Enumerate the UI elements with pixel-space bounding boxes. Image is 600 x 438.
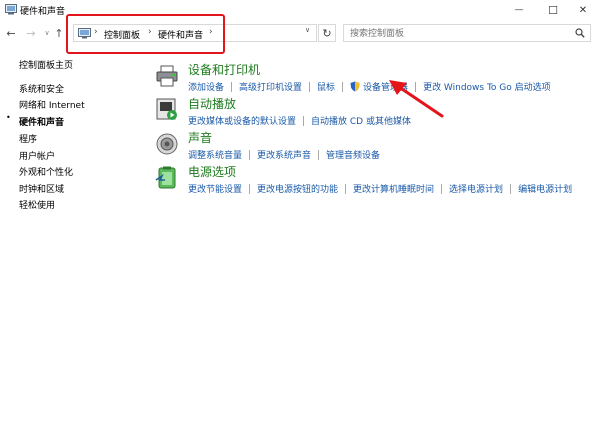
link-divider bbox=[231, 81, 233, 92]
sidebar-item-control-panel-home[interactable]: 控制面板主页 bbox=[19, 58, 73, 71]
back-button[interactable]: ← bbox=[4, 26, 18, 40]
link-adjust-volume[interactable]: 调整系统音量 bbox=[188, 148, 242, 161]
link-edit-power-plan[interactable]: 编辑电源计划 bbox=[518, 182, 572, 195]
link-device-manager[interactable]: 设备管理器 bbox=[363, 80, 408, 93]
search-box[interactable] bbox=[343, 24, 591, 42]
minimize-icon: — bbox=[514, 5, 524, 15]
breadcrumb-hardware-sound[interactable]: 硬件和声音 bbox=[158, 28, 203, 41]
uac-shield-icon bbox=[350, 81, 360, 92]
link-sleep-time[interactable]: 更改计算机睡眠时间 bbox=[353, 182, 434, 195]
refresh-button[interactable]: ↻ bbox=[318, 24, 336, 42]
link-divider bbox=[441, 183, 443, 194]
link-divider bbox=[342, 81, 344, 92]
link-change-media-defaults[interactable]: 更改媒体或设备的默认设置 bbox=[188, 114, 296, 127]
sidebar-item-hardware-sound[interactable]: 硬件和声音 bbox=[19, 115, 64, 128]
control-panel-icon bbox=[5, 4, 17, 15]
refresh-icon: ↻ bbox=[322, 26, 332, 40]
speaker-icon bbox=[156, 133, 178, 155]
link-divider bbox=[415, 81, 417, 92]
up-button[interactable]: ↑ bbox=[52, 26, 66, 40]
autoplay-icon bbox=[156, 98, 177, 120]
sidebar-item-clock-region[interactable]: 时钟和区域 bbox=[19, 182, 64, 195]
forward-arrow-icon: → bbox=[26, 26, 36, 40]
category-links: 调整系统音量 更改系统声音 管理音频设备 bbox=[188, 148, 380, 161]
close-icon: ✕ bbox=[578, 4, 588, 16]
up-arrow-icon: ↑ bbox=[54, 26, 64, 40]
category-links: 更改媒体或设备的默认设置 自动播放 CD 或其他媒体 bbox=[188, 114, 411, 127]
breadcrumb-separator: › bbox=[148, 27, 152, 37]
title-bar: 硬件和声音 — ☐ ✕ bbox=[0, 0, 600, 20]
printer-icon bbox=[156, 65, 178, 87]
search-input[interactable] bbox=[350, 27, 570, 40]
minimize-button[interactable]: — bbox=[502, 0, 536, 20]
category-title[interactable]: 自动播放 bbox=[188, 95, 236, 112]
link-divider bbox=[510, 183, 512, 194]
link-power-button-function[interactable]: 更改电源按钮的功能 bbox=[257, 182, 338, 195]
address-dropdown-icon[interactable]: ∨ bbox=[305, 26, 315, 38]
link-divider bbox=[249, 149, 251, 160]
control-panel-icon bbox=[78, 28, 91, 39]
sidebar-item-programs[interactable]: 程序 bbox=[19, 132, 37, 145]
sidebar-item-network-internet[interactable]: 网络和 Internet bbox=[19, 98, 85, 111]
sidebar-item-ease-of-access[interactable]: 轻松使用 bbox=[19, 198, 55, 211]
back-arrow-icon: ← bbox=[6, 26, 16, 40]
link-divider bbox=[309, 81, 311, 92]
breadcrumb-control-panel[interactable]: 控制面板 bbox=[104, 28, 140, 41]
close-button[interactable]: ✕ bbox=[566, 0, 600, 20]
link-change-system-sounds[interactable]: 更改系统声音 bbox=[257, 148, 311, 161]
link-windows-to-go[interactable]: 更改 Windows To Go 启动选项 bbox=[423, 80, 551, 93]
category-links: 添加设备 高级打印机设置 鼠标 设备管理器 更改 Windows To Go 启… bbox=[188, 80, 551, 93]
link-divider bbox=[318, 149, 320, 160]
category-title[interactable]: 电源选项 bbox=[188, 163, 236, 180]
address-bar[interactable]: › 控制面板 › 硬件和声音 › bbox=[73, 24, 317, 42]
navigation-bar: ← → ∨ ↑ › 控制面板 › 硬件和声音 › ∨ ↻ bbox=[0, 22, 600, 44]
breadcrumb-separator: › bbox=[209, 27, 213, 37]
link-divider bbox=[249, 183, 251, 194]
window-title: 硬件和声音 bbox=[20, 7, 66, 17]
link-choose-power-plan[interactable]: 选择电源计划 bbox=[449, 182, 503, 195]
link-divider bbox=[303, 115, 305, 126]
sidebar-item-user-accounts[interactable]: 用户帐户 bbox=[19, 149, 55, 162]
search-icon[interactable] bbox=[575, 28, 585, 38]
link-add-device[interactable]: 添加设备 bbox=[188, 80, 224, 93]
link-advanced-printer-settings[interactable]: 高级打印机设置 bbox=[239, 80, 302, 93]
sidebar-item-appearance[interactable]: 外观和个性化 bbox=[19, 165, 73, 178]
link-divider bbox=[345, 183, 347, 194]
link-manage-audio-devices[interactable]: 管理音频设备 bbox=[326, 148, 380, 161]
power-options-icon bbox=[155, 166, 176, 189]
link-change-power-saving[interactable]: 更改节能设置 bbox=[188, 182, 242, 195]
sidebar-item-system-security[interactable]: 系统和安全 bbox=[19, 82, 64, 95]
current-item-bullet: • bbox=[6, 113, 11, 122]
forward-button[interactable]: → bbox=[24, 26, 38, 40]
breadcrumb-separator: › bbox=[94, 27, 98, 37]
maximize-button[interactable]: ☐ bbox=[536, 0, 570, 20]
chevron-down-icon: ∨ bbox=[44, 29, 50, 37]
maximize-icon: ☐ bbox=[548, 3, 558, 17]
link-mouse[interactable]: 鼠标 bbox=[317, 80, 335, 93]
category-title[interactable]: 设备和打印机 bbox=[188, 61, 260, 78]
category-links: 更改节能设置 更改电源按钮的功能 更改计算机睡眠时间 选择电源计划 编辑电源计划 bbox=[188, 182, 572, 195]
link-autoplay-cd[interactable]: 自动播放 CD 或其他媒体 bbox=[311, 114, 411, 127]
category-title[interactable]: 声音 bbox=[188, 129, 212, 146]
